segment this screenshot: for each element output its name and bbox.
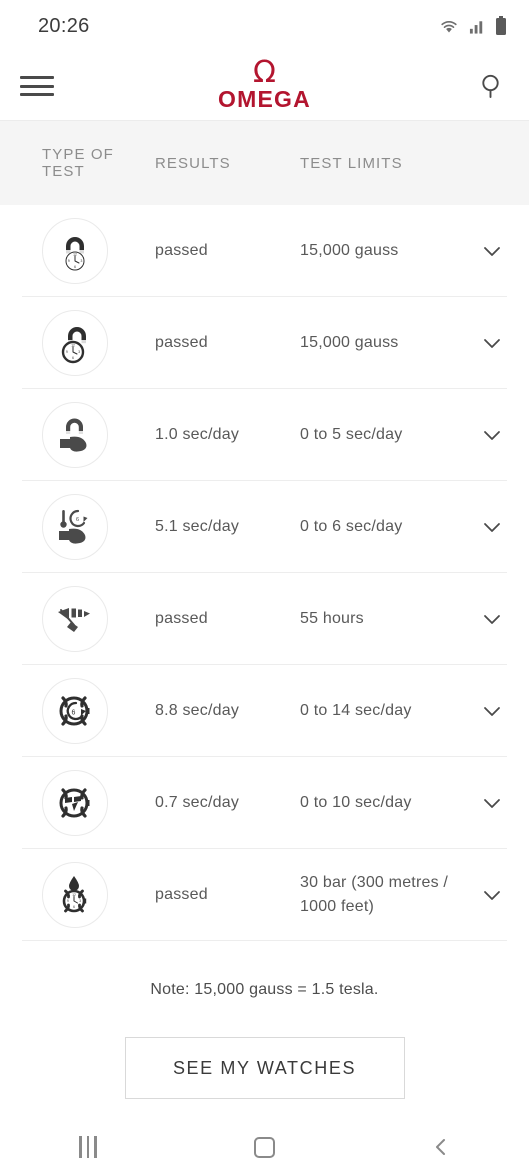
note-text: Note: 15,000 gauss = 1.5 tesla. [150,981,379,998]
test-result-value: passed [155,886,208,903]
test-results-table: 12 3 6 9 passed 15,000 gauss 12 3 6 9 pa… [0,205,529,941]
table-row[interactable]: 6 5.1 sec/day 0 to 6 sec/day [0,481,529,573]
status-icon-group [438,16,507,36]
test-result-value: 0.7 sec/day [155,794,240,811]
svg-text:9: 9 [67,899,69,903]
table-header-row: TYPE OF TEST RESULTS TEST LIMITS [0,120,529,205]
column-header-results: RESULTS [155,154,231,172]
svg-text:12: 12 [72,893,76,897]
test-type-cell: 12 3 6 9 [0,218,155,284]
table-row[interactable]: passed 55 hours [0,573,529,665]
magnet-over-movement-icon: 12 3 6 9 [42,218,108,284]
watch-deviation-icon [42,770,108,836]
magnet-watch-on-wrist-icon [42,402,108,468]
wifi-icon [438,17,460,35]
chevron-down-icon[interactable] [477,512,507,542]
test-type-cell [0,770,155,836]
test-result-value: passed [155,610,208,627]
omega-symbol-icon: Ω [253,55,276,91]
magnet-over-watch-icon: 12 3 6 9 [42,310,108,376]
hamburger-menu-icon[interactable] [20,73,54,99]
phone-screen: 20:26 Ω OMEGA TYPE OF TEST RESULTS TEST … [0,0,529,1176]
chevron-down-icon[interactable] [477,236,507,266]
test-result-value: 5.1 sec/day [155,518,240,535]
svg-text:3: 3 [79,899,81,903]
cta-container: SEE MY WATCHES [0,1037,529,1099]
chevron-down-icon[interactable] [477,604,507,634]
water-resistance-watch-icon: 12 3 6 9 [42,862,108,928]
app-header: Ω OMEGA [0,52,529,120]
column-header-limits: TEST LIMITS [300,154,403,172]
table-row[interactable]: 0.7 sec/day 0 to 10 sec/day [0,757,529,849]
svg-text:6: 6 [72,710,76,717]
home-icon[interactable] [234,1127,294,1167]
svg-text:12: 12 [71,344,75,348]
omega-logo[interactable]: Ω OMEGA [218,55,311,112]
table-row[interactable]: 6 8.8 sec/day 0 to 14 sec/day [0,665,529,757]
test-result-value: passed [155,334,208,351]
chevron-down-icon[interactable] [477,788,507,818]
svg-text:6: 6 [73,905,75,909]
cellular-signal-icon [469,17,486,35]
table-row[interactable]: 12 3 6 9 passed 15,000 gauss [0,297,529,389]
see-my-watches-button[interactable]: SEE MY WATCHES [124,1037,405,1099]
thermometer-rotation-wrist-icon: 6 [42,494,108,560]
chevron-down-icon[interactable] [477,880,507,910]
omega-wordmark: OMEGA [218,85,311,112]
status-bar: 20:26 [0,0,529,52]
svg-text:9: 9 [66,350,68,354]
svg-text:9: 9 [68,259,70,263]
table-row[interactable]: 12 3 6 9 passed 15,000 gauss [0,205,529,297]
power-reserve-gauge-icon [42,586,108,652]
chevron-down-icon[interactable] [477,420,507,450]
search-icon[interactable] [477,71,507,101]
test-result-value: 1.0 sec/day [155,426,240,443]
recent-apps-icon[interactable] [58,1127,118,1167]
table-row[interactable]: 1.0 sec/day 0 to 5 sec/day [0,389,529,481]
svg-text:6: 6 [74,265,76,269]
chevron-down-icon[interactable] [477,696,507,726]
battery-icon [495,16,507,36]
test-type-cell [0,586,155,652]
test-result-value: passed [155,242,208,259]
test-type-cell: 12 3 6 9 [0,862,155,928]
status-time: 20:26 [38,14,90,37]
test-type-cell [0,402,155,468]
svg-text:3: 3 [80,259,82,263]
column-header-type: TYPE OF TEST [42,146,114,180]
watch-six-positions-icon: 6 [42,678,108,744]
test-result-value: 8.8 sec/day [155,702,240,719]
back-icon[interactable] [411,1127,471,1167]
test-type-cell: 12 3 6 9 [0,310,155,376]
chevron-down-icon[interactable] [477,328,507,358]
svg-text:3: 3 [78,350,80,354]
test-type-cell: 6 [0,678,155,744]
table-row[interactable]: 12 3 6 9 passed 30 bar (300 metres / 100… [0,849,529,941]
test-type-cell: 6 [0,494,155,560]
svg-text:6: 6 [76,517,79,523]
android-nav-bar [0,1118,529,1176]
svg-text:12: 12 [73,253,77,257]
svg-text:6: 6 [72,356,74,360]
